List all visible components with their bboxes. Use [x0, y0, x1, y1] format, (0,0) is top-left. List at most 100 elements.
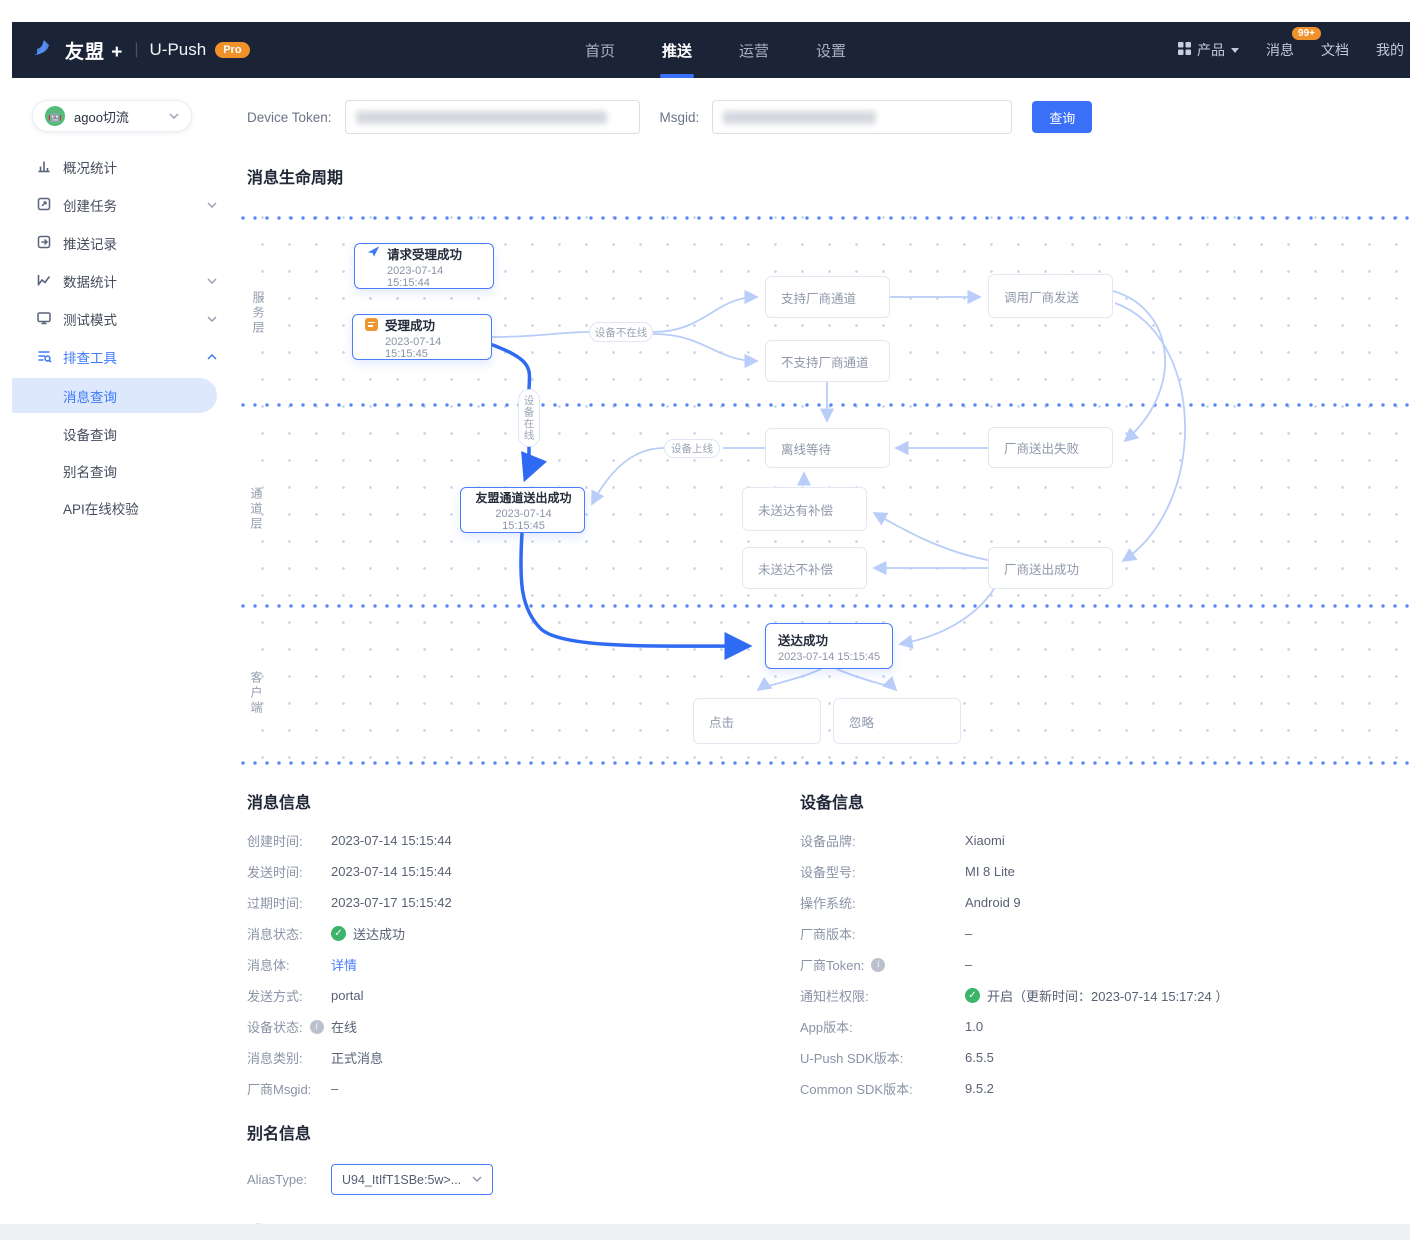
info-row-vendor-msgid: 厂商Msgid:–	[247, 1073, 800, 1104]
check-circle-icon: ✓	[331, 926, 346, 941]
info-row-device-status: 设备状态:i 在线	[247, 1011, 800, 1042]
info-row-create-time: 创建时间:2023-07-14 15:15:44	[247, 825, 800, 856]
node-accepted: 受理成功 2023-07-14 15:15:45	[352, 314, 492, 360]
message-info-title: 消息信息	[247, 789, 800, 813]
sidebar-subitem-api-check[interactable]: API在线校验	[12, 489, 237, 526]
info-row-common-sdk: Common SDK版本:9.5.2	[800, 1073, 1410, 1104]
device-info-title: 设备信息	[800, 789, 1410, 813]
monitor-icon	[36, 310, 52, 329]
document-icon	[365, 318, 378, 331]
bar-chart-icon	[36, 158, 52, 177]
info-sections: 消息信息 创建时间:2023-07-14 15:15:44 发送时间:2023-…	[247, 789, 1410, 1236]
main-nav: 首页 推送 运营 设置	[585, 22, 846, 78]
alias-type-select[interactable]: U94_ItIfT1SBe:5w>...	[331, 1164, 493, 1195]
chevron-down-icon	[169, 111, 179, 122]
products-menu[interactable]: 产品	[1178, 40, 1239, 60]
sidebar-item-troubleshoot[interactable]: 排查工具	[12, 338, 237, 376]
info-row-notification-permission: 通知栏权限: ✓开启（更新时间：2023-07-14 15:17:24 ）	[800, 980, 1410, 1011]
info-row-vendor-version: 厂商版本:–	[800, 918, 1410, 949]
info-icon[interactable]: i	[871, 958, 885, 972]
sidebar-item-overview[interactable]: 概况统计	[12, 148, 237, 186]
node-delivered: 送达成功 2023-07-14 15:15:45	[765, 623, 893, 669]
blurred-msgid-value	[723, 111, 876, 124]
sidebar-item-push-records[interactable]: 推送记录	[12, 224, 237, 262]
nav-item-settings[interactable]: 设置	[816, 22, 846, 78]
info-row-expire-time: 过期时间:2023-07-17 15:15:42	[247, 887, 800, 918]
info-row-upush-sdk: U-Push SDK版本:6.5.5	[800, 1042, 1410, 1073]
nav-item-operation[interactable]: 运营	[739, 22, 769, 78]
chevron-down-icon	[207, 276, 217, 287]
nav-item-push[interactable]: 推送	[662, 22, 692, 78]
node-support-vendor: 支持厂商通道	[765, 276, 890, 318]
top-navbar: 友盟 + | U-Push Pro 首页 推送 运营 设置 产品 消息	[12, 22, 1410, 78]
sidebar-item-data-stats[interactable]: 数据统计	[12, 262, 237, 300]
create-task-icon	[36, 196, 52, 215]
node-ignore: 忽略	[833, 698, 961, 744]
pill-device-offline: 设备不在线	[589, 322, 653, 342]
message-body-detail-link[interactable]: 详情	[331, 955, 357, 974]
pill-device-online: 设备在线	[518, 389, 540, 447]
app-selector[interactable]: 🤖 agoo切流	[32, 100, 192, 132]
alias-info-title: 别名信息	[247, 1120, 800, 1144]
sidebar-subitem-device-query[interactable]: 设备查询	[12, 415, 237, 452]
line-chart-icon	[36, 272, 52, 291]
node-vendor-sent: 厂商送出成功	[988, 547, 1113, 589]
info-row-send-time: 发送时间:2023-07-14 15:15:44	[247, 856, 800, 887]
info-row-message-status: 消息状态: ✓送达成功	[247, 918, 800, 949]
info-row-message-type: 消息类别:正式消息	[247, 1042, 800, 1073]
info-row-vendor-token: 厂商Token:i –	[800, 949, 1410, 980]
query-toolbar: Device Token: Msgid: 查询	[247, 100, 1410, 134]
nav-item-home[interactable]: 首页	[585, 22, 615, 78]
messages-count-badge: 99+	[1292, 27, 1321, 40]
alias-info-section: 别名信息 AliasType: U94_ItIfT1SBe:5w>... Ali…	[247, 1120, 800, 1236]
msgid-label: Msgid:	[660, 110, 700, 125]
sidebar-item-create-task[interactable]: 创建任务	[12, 186, 237, 224]
logo-divider: |	[134, 41, 138, 59]
chevron-down-icon	[207, 200, 217, 211]
nav-right: 产品 消息 99+ 文档 我的	[1178, 22, 1410, 78]
node-undelivered-nocomp: 未送达不补偿	[742, 547, 867, 589]
node-umeng-sent: 友盟通道送出成功 2023-07-14 15:15:45	[460, 487, 585, 533]
chevron-down-icon	[472, 1174, 482, 1185]
logo[interactable]: 友盟 + | U-Push Pro	[12, 35, 250, 66]
device-token-input[interactable]	[345, 100, 640, 134]
alias-type-row: AliasType: U94_ItIfT1SBe:5w>...	[247, 1164, 800, 1195]
lifecycle-title: 消息生命周期	[247, 164, 1410, 188]
sidebar-menu: 概况统计 创建任务 推送记录 数据统计 测试模式	[12, 148, 237, 526]
sidebar-item-test-mode[interactable]: 测试模式	[12, 300, 237, 338]
grid-icon	[1178, 42, 1191, 58]
sidebar: 🤖 agoo切流 概况统计 创建任务 推送记录 数据统计	[12, 78, 237, 1240]
info-row-send-method: 发送方式:portal	[247, 980, 800, 1011]
sidebar-subitem-alias-query[interactable]: 别名查询	[12, 452, 237, 489]
lifecycle-diagram: 服务层 通道层 客户端	[237, 211, 1410, 771]
pro-badge: Pro	[215, 42, 249, 58]
product-name: U-Push	[150, 40, 207, 60]
docs-menu[interactable]: 文档	[1321, 40, 1349, 60]
node-click: 点击	[693, 698, 821, 744]
info-row-device-model: 设备型号:MI 8 Lite	[800, 856, 1410, 887]
sidebar-subitem-message-query[interactable]: 消息查询	[12, 378, 217, 413]
caret-down-icon	[1231, 48, 1239, 53]
my-account-menu[interactable]: 我的	[1376, 40, 1404, 60]
main-content: Device Token: Msgid: 查询 消息生命周期 服务层 通道层 客…	[237, 78, 1410, 1240]
query-button[interactable]: 查询	[1032, 101, 1092, 133]
node-call-vendor: 调用厂商发送	[988, 274, 1113, 318]
info-row-device-brand: 设备品牌:Xiaomi	[800, 825, 1410, 856]
app-selector-label: agoo切流	[74, 107, 160, 126]
chevron-up-icon	[207, 352, 217, 363]
brand-name: 友盟 +	[65, 37, 123, 64]
node-undelivered-comp: 未送达有补偿	[742, 487, 867, 531]
node-offline-wait: 离线等待	[765, 428, 890, 468]
pill-device-up: 设备上线	[664, 439, 720, 458]
node-vendor-fail: 厂商送出失败	[988, 427, 1113, 468]
messages-menu[interactable]: 消息 99+	[1266, 40, 1294, 60]
info-icon[interactable]: i	[310, 1020, 324, 1034]
push-record-icon	[36, 234, 52, 253]
page: 友盟 + | U-Push Pro 首页 推送 运营 设置 产品 消息	[0, 0, 1410, 1240]
blurred-device-token-value	[356, 111, 607, 124]
msgid-input[interactable]	[712, 100, 1012, 134]
node-request-accepted: 请求受理成功 2023-07-14 15:15:44	[354, 243, 494, 289]
android-app-icon: 🤖	[45, 106, 65, 126]
message-info-section: 消息信息 创建时间:2023-07-14 15:15:44 发送时间:2023-…	[247, 789, 800, 1236]
umeng-logo-icon	[30, 35, 56, 66]
